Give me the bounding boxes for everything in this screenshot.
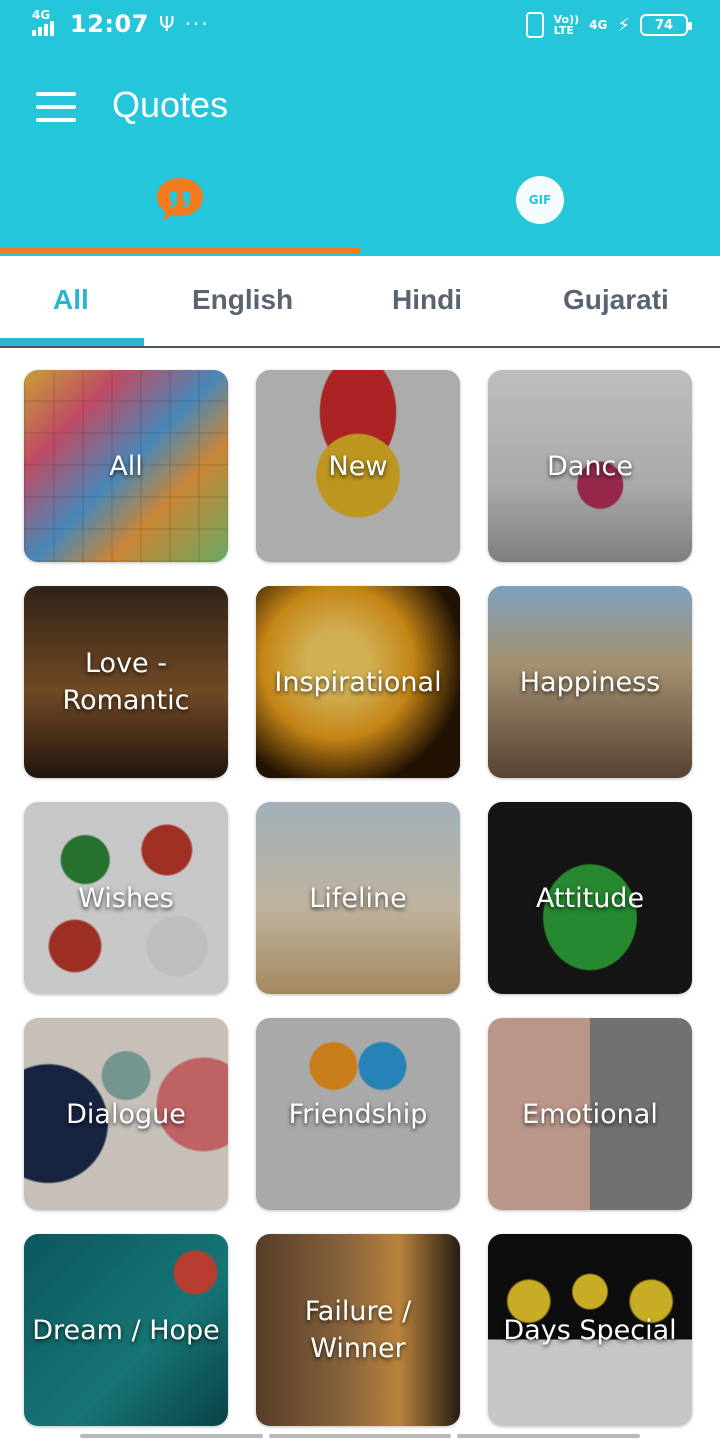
status-time: 12:07: [70, 10, 149, 38]
category-label: Attitude: [535, 882, 645, 914]
status-bar: 4G 12:07 Ψ ··· Vo)) LTE 4G ⚡ 74: [0, 0, 720, 56]
category-card-new[interactable]: New: [256, 370, 460, 562]
quote-bubble-icon: [157, 178, 203, 220]
category-label: Friendship: [288, 1098, 428, 1130]
category-card-emotional[interactable]: Emotional: [488, 1018, 692, 1210]
battery-icon: 74: [640, 14, 692, 36]
gif-icon: GIF: [516, 176, 564, 224]
battery-level: 74: [654, 17, 674, 33]
category-card-failure-winner[interactable]: Failure / Winner: [256, 1234, 460, 1426]
category-label: Inspirational: [274, 666, 442, 698]
menu-icon: [36, 92, 76, 96]
network-4g-indicator: 4G: [589, 17, 608, 32]
tab-all[interactable]: All: [53, 284, 89, 316]
category-card-friendship[interactable]: Friendship: [256, 1018, 460, 1210]
menu-button[interactable]: [36, 92, 76, 122]
category-card-dialogue[interactable]: Dialogue: [24, 1018, 228, 1210]
category-label: Love - Romantic: [62, 648, 190, 716]
app-title: Quotes: [112, 84, 229, 125]
category-label: Failure / Winner: [304, 1296, 412, 1364]
tab-gujarati[interactable]: Gujarati: [563, 284, 669, 316]
top-tab-indicator: [0, 248, 360, 254]
category-grid: All New Dance Love - Romantic Inspiratio…: [24, 370, 696, 1426]
category-card-all[interactable]: All: [24, 370, 228, 562]
language-tabs: All English Hindi Gujarati: [0, 256, 720, 348]
category-label: Dialogue: [66, 1098, 186, 1130]
category-label: Dream / Hope: [32, 1314, 220, 1346]
tab-gif[interactable]: GIF: [360, 166, 720, 250]
volte-line2: LTE: [553, 24, 574, 37]
volte-indicator: Vo)) LTE: [554, 14, 580, 36]
category-card-wishes[interactable]: Wishes: [24, 802, 228, 994]
vibrate-icon: [525, 12, 544, 38]
category-card-dream-hope[interactable]: Dream / Hope: [24, 1234, 228, 1426]
charging-icon: ⚡: [617, 14, 630, 36]
category-label: All: [109, 450, 143, 482]
category-card-love-romantic[interactable]: Love - Romantic: [24, 586, 228, 778]
status-left: 4G 12:07 Ψ ···: [32, 8, 210, 38]
tab-hindi[interactable]: Hindi: [392, 284, 462, 316]
category-label: Happiness: [519, 666, 661, 698]
network-type: 4G: [32, 8, 51, 22]
category-label: Emotional: [522, 1098, 658, 1130]
scroll-hint-bars: [80, 1434, 641, 1440]
category-label: New: [328, 450, 388, 482]
signal-icon: 4G: [32, 8, 60, 36]
category-label: Days Special: [503, 1314, 677, 1346]
category-card-attitude[interactable]: Attitude: [488, 802, 692, 994]
language-tab-indicator: [0, 338, 144, 346]
gif-label: GIF: [528, 193, 552, 207]
category-card-days-special[interactable]: Days Special: [488, 1234, 692, 1426]
tab-english[interactable]: English: [192, 284, 293, 316]
category-card-inspirational[interactable]: Inspirational: [256, 586, 460, 778]
category-card-lifeline[interactable]: Lifeline: [256, 802, 460, 994]
category-card-dance[interactable]: Dance: [488, 370, 692, 562]
category-card-happiness[interactable]: Happiness: [488, 586, 692, 778]
status-right: Vo)) LTE 4G ⚡ 74: [525, 12, 692, 38]
category-label: Wishes: [78, 882, 174, 914]
tab-quotes[interactable]: [0, 166, 360, 250]
category-label: Lifeline: [309, 882, 407, 914]
category-label: Dance: [547, 450, 633, 482]
usb-icon: Ψ: [158, 12, 175, 36]
more-notifications-icon: ···: [184, 12, 210, 36]
app-bar: Quotes GIF: [0, 56, 720, 256]
